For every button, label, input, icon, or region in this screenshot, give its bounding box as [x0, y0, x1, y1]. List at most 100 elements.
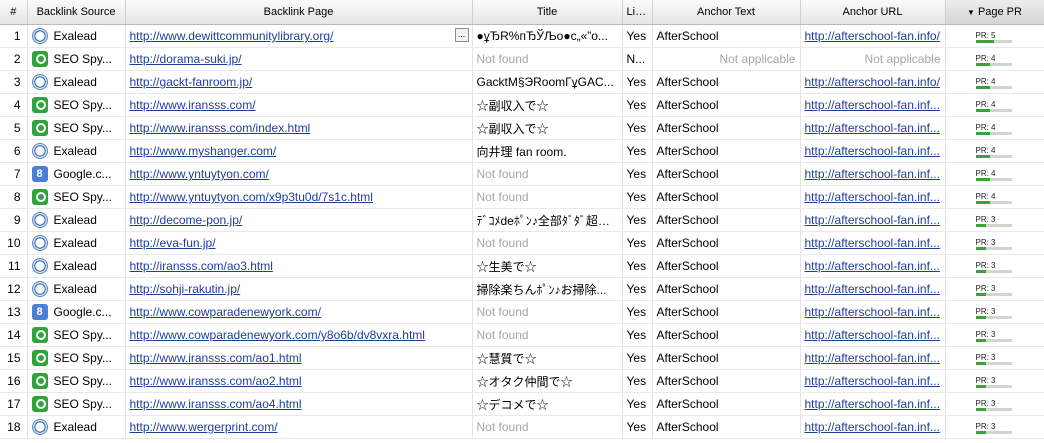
page-pr-cell: PR: 4 — [945, 116, 1044, 140]
table-row[interactable]: 17 SEO Spy... http://www.iransss.com/ao4.h… — [0, 392, 1044, 416]
anchor-url-cell: http://afterschool-fan.inf... — [800, 369, 946, 393]
anchor-url-link[interactable]: http://afterschool-fan.inf... — [805, 397, 940, 411]
page-rank-indicator: PR: 4 — [975, 54, 1012, 66]
anchor-url-link[interactable]: http://afterschool-fan.inf... — [805, 259, 940, 273]
page-rank-indicator: PR: 3 — [975, 284, 1012, 296]
page-pr-cell: PR: 3 — [945, 369, 1044, 393]
table-row[interactable]: 12 Exalead http://sohji-rakutin.jp/掃除楽ちんﾎﾟ… — [0, 277, 1044, 301]
backlink-page-link[interactable]: http://www.myshanger.com/ — [130, 144, 277, 158]
backlink-source-cell: Exalead — [27, 231, 126, 255]
table-row[interactable]: 15 SEO Spy... http://www.iransss.com/ao1.h… — [0, 346, 1044, 370]
column-header-anchor-text[interactable]: Anchor Text — [652, 0, 801, 25]
backlink-page-cell: http://www.myshanger.com/ — [125, 139, 473, 163]
seo-spyglass-icon — [31, 51, 48, 67]
table-row[interactable]: 14 SEO Spy... http://www.cowparadenewyork.… — [0, 323, 1044, 347]
table-row[interactable]: 18 Exalead http://www.wergerprint.com/Not … — [0, 415, 1044, 439]
backlink-page-cell: http://www.iransss.com/ao2.html — [125, 369, 473, 393]
column-header-title[interactable]: Title — [472, 0, 623, 25]
table-row[interactable]: 10 Exalead http://eva-fun.jp/Not found Yes A… — [0, 231, 1044, 255]
backlink-page-link[interactable]: http://www.iransss.com/ao1.html — [130, 351, 302, 365]
column-header-anchor-url[interactable]: Anchor URL — [800, 0, 946, 25]
column-header-number[interactable]: # — [0, 0, 28, 25]
title-cell: Not found — [472, 323, 623, 347]
anchor-url-link[interactable]: http://afterschool-fan.inf... — [805, 282, 940, 296]
backlink-page-link[interactable]: http://www.dewittcommunitylibrary.org/ — [130, 29, 334, 43]
table-row[interactable]: 7 8 Google.c... http://www.yntuytyon.com/No… — [0, 162, 1044, 186]
anchor-url-link[interactable]: http://afterschool-fan.info/ — [805, 29, 940, 43]
anchor-url-cell: http://afterschool-fan.inf... — [800, 392, 946, 416]
title-cell: ☆オタク仲間で☆ — [472, 369, 623, 393]
column-header-page-pr[interactable]: ▼ Page PR — [945, 0, 1044, 25]
column-header-backlink-source[interactable]: Backlink Source — [27, 0, 126, 25]
anchor-url-cell: http://afterschool-fan.info/ — [800, 70, 946, 94]
table-row[interactable]: 16 SEO Spy... http://www.iransss.com/ao2.h… — [0, 369, 1044, 393]
table-row[interactable]: 11 Exalead http://iransss.com/ao3.html ☆生美で… — [0, 254, 1044, 278]
backlink-source-cell: Exalead — [27, 415, 126, 439]
backlink-page-cell: http://www.iransss.com/index.html — [125, 116, 473, 140]
backlink-page-link[interactable]: http://www.cowparadenewyork.com/y8o6b/dv… — [130, 328, 425, 342]
backlink-page-link[interactable]: http://www.cowparadenewyork.com/ — [130, 305, 321, 319]
anchor-text-cell: AfterSchool — [652, 415, 801, 439]
table-row[interactable]: 4 SEO Spy... http://www.iransss.com/ ☆副収入で☆… — [0, 93, 1044, 117]
backlink-page-link[interactable]: http://www.iransss.com/ao2.html — [130, 374, 302, 388]
anchor-url-link[interactable]: http://afterschool-fan.inf... — [805, 305, 940, 319]
title-cell: ﾃﾞｺﾒdeﾎﾟﾝ♪全部ﾀﾞﾀﾞ超加... — [472, 208, 623, 232]
backlink-page-link[interactable]: http://eva-fun.jp/ — [130, 236, 216, 250]
backlink-page-link[interactable]: http://www.wergerprint.com/ — [130, 420, 278, 434]
backlink-page-link[interactable]: http://sohji-rakutin.jp/ — [130, 282, 241, 296]
backlink-source-label: Exalead — [53, 420, 97, 434]
cell-more-button[interactable]: ... — [454, 28, 469, 42]
title-cell: Not found — [472, 231, 623, 255]
column-header-backlink-page[interactable]: Backlink Page — [125, 0, 473, 25]
anchor-url-link[interactable]: http://afterschool-fan.inf... — [805, 374, 940, 388]
backlink-page-link[interactable]: http://decome-pon.jp/ — [130, 213, 243, 227]
anchor-url-link[interactable]: http://afterschool-fan.inf... — [805, 98, 940, 112]
exalead-icon — [31, 258, 48, 274]
anchor-url-link[interactable]: http://afterschool-fan.inf... — [805, 121, 940, 135]
anchor-text-cell: AfterSchool — [652, 300, 801, 324]
table-row[interactable]: 9 Exalead http://decome-pon.jp/ﾃﾞｺﾒdeﾎﾟﾝ♪全… — [0, 208, 1044, 232]
backlink-page-link[interactable]: http://www.iransss.com/ao4.html — [130, 397, 302, 411]
backlink-page-cell: http://www.iransss.com/ — [125, 93, 473, 117]
backlink-page-cell: http://decome-pon.jp/ — [125, 208, 473, 232]
table-row[interactable]: 3 Exalead http://gackt-fanroom.jp/GacktM§Э… — [0, 70, 1044, 94]
links-cell: Yes — [622, 24, 653, 48]
table-row[interactable]: 5 SEO Spy... http://www.iransss.com/index.… — [0, 116, 1044, 140]
page-rank-label: PR: 3 — [975, 398, 996, 408]
column-header-links[interactable]: Lin... — [622, 0, 653, 25]
anchor-url-link[interactable]: http://afterschool-fan.inf... — [805, 144, 940, 158]
backlink-page-link[interactable]: http://www.iransss.com/ — [130, 98, 256, 112]
backlink-page-link[interactable]: http://www.iransss.com/index.html — [130, 121, 311, 135]
table-row[interactable]: 2 SEO Spy... http://dorama-suki.jp/Not fou… — [0, 47, 1044, 71]
page-rank-label: PR: 3 — [975, 306, 996, 316]
anchor-url-link[interactable]: http://afterschool-fan.inf... — [805, 328, 940, 342]
page-rank-label: PR: 4 — [975, 76, 996, 86]
page-rank-bar — [975, 315, 1012, 319]
anchor-url-link[interactable]: http://afterschool-fan.inf... — [805, 351, 940, 365]
anchor-url-cell: http://afterschool-fan.inf... — [800, 208, 946, 232]
anchor-url-link[interactable]: http://afterschool-fan.inf... — [805, 236, 940, 250]
row-number: 14 — [0, 323, 28, 347]
backlink-page-link[interactable]: http://www.yntuytyon.com/ — [130, 167, 269, 181]
backlink-page-link[interactable]: http://gackt-fanroom.jp/ — [130, 75, 253, 89]
table-row[interactable]: 6 Exalead http://www.myshanger.com/向井理 fan… — [0, 139, 1044, 163]
table-row[interactable]: 13 8 Google.c... http://www.cowparadenewyor… — [0, 300, 1044, 324]
anchor-url-cell: http://afterschool-fan.inf... — [800, 254, 946, 278]
anchor-url-link[interactable]: http://afterschool-fan.inf... — [805, 190, 940, 204]
page-rank-indicator: PR: 3 — [975, 398, 1012, 411]
anchor-url-link[interactable]: http://afterschool-fan.inf... — [805, 167, 940, 181]
page-rank-indicator: PR: 4 — [975, 169, 1012, 181]
anchor-url-link[interactable]: http://afterschool-fan.inf... — [805, 420, 940, 434]
row-number: 15 — [0, 346, 28, 370]
page-rank-indicator: PR: 3 — [975, 238, 1012, 250]
backlink-page-link[interactable]: http://dorama-suki.jp/ — [130, 52, 242, 66]
table-row[interactable]: 1 Exalead http://www.dewittcommunitylibrar… — [0, 24, 1044, 48]
backlink-source-label: SEO Spy... — [53, 397, 112, 411]
backlink-page-link[interactable]: http://iransss.com/ao3.html — [130, 259, 273, 273]
backlink-page-link[interactable]: http://www.yntuytyon.com/x9p3tu0d/7s1c.h… — [130, 190, 373, 204]
page-pr-cell: PR: 3 — [945, 208, 1044, 232]
table-row[interactable]: 8 SEO Spy... http://www.yntuytyon.com/x9p3… — [0, 185, 1044, 209]
backlink-source-label: Exalead — [53, 282, 97, 296]
anchor-url-link[interactable]: http://afterschool-fan.info/ — [805, 75, 940, 89]
anchor-url-link[interactable]: http://afterschool-fan.inf... — [805, 213, 940, 227]
